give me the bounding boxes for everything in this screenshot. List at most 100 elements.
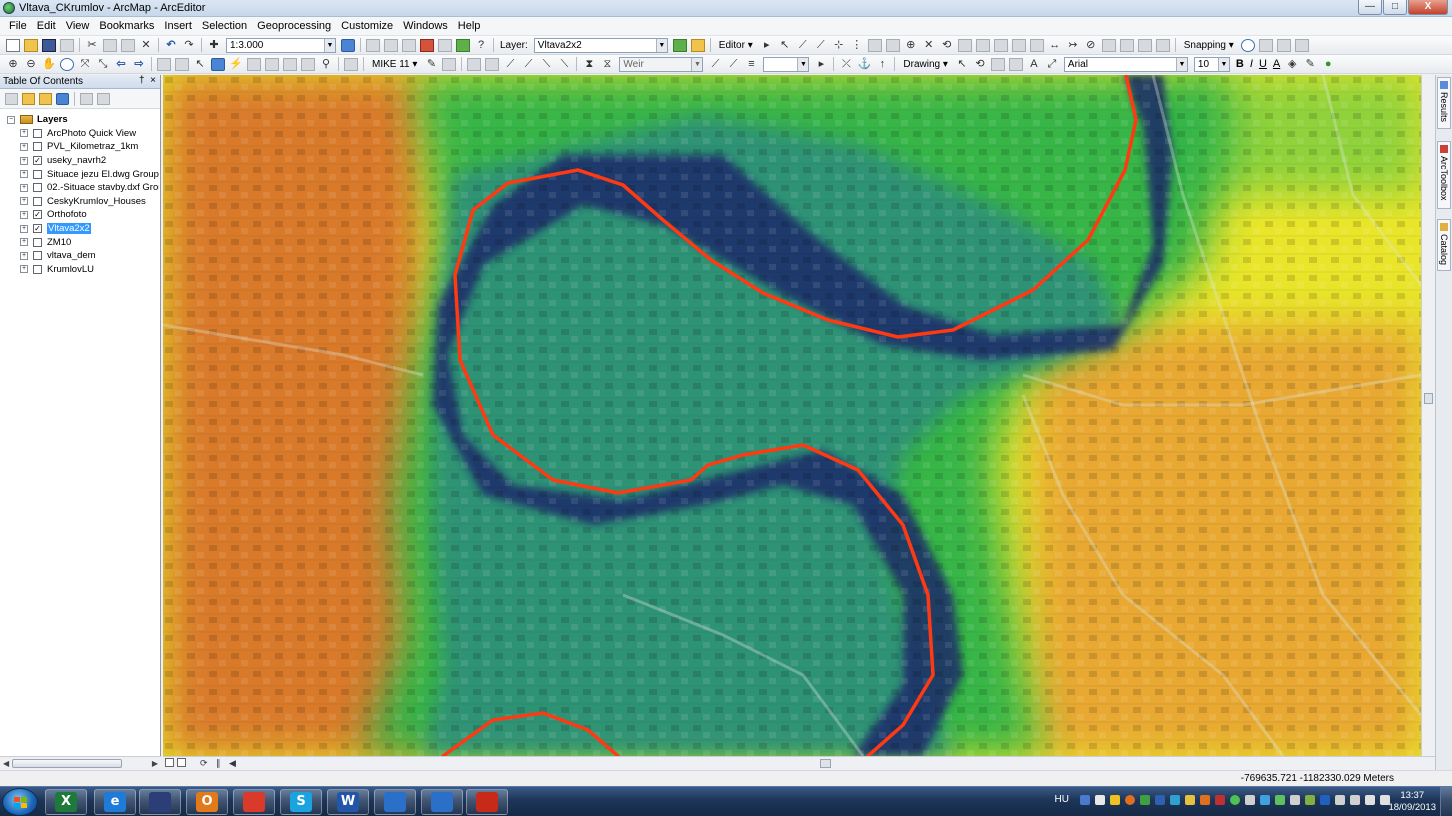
tray-app-icon[interactable]: [1245, 794, 1255, 805]
select-elements-arrow-icon[interactable]: ↖: [193, 58, 207, 71]
flip-icon[interactable]: ⤫: [839, 58, 853, 71]
vertex-snap-icon[interactable]: [1276, 38, 1291, 52]
rectangle-icon[interactable]: [1008, 57, 1023, 71]
rotate-icon[interactable]: ⟲: [940, 39, 954, 52]
tray-app-icon[interactable]: [1275, 794, 1285, 805]
generalize-icon[interactable]: [1119, 38, 1134, 52]
layer-name[interactable]: ArcPhoto Quick View: [47, 128, 136, 139]
zoom-in-icon[interactable]: ⊕: [6, 58, 20, 71]
reshape-icon[interactable]: [885, 38, 900, 52]
redo-icon[interactable]: ↷: [182, 39, 196, 52]
layer-row[interactable]: + PVL_Kilometraz_1km: [0, 140, 160, 154]
list-by-visibility-icon[interactable]: [39, 92, 52, 105]
whats-this-icon[interactable]: ?: [474, 39, 488, 52]
expand-icon[interactable]: +: [20, 265, 28, 274]
tray-app-icon[interactable]: [1170, 794, 1180, 805]
scroll-left-icon[interactable]: ◀: [3, 757, 9, 770]
layer-name[interactable]: 02.-Situace stavby.dxf Grou: [47, 182, 159, 193]
taskbar-app-button[interactable]: [466, 789, 508, 815]
layer-row[interactable]: + KrumlovLU: [0, 263, 160, 277]
measure-icon[interactable]: [265, 57, 279, 71]
taskbar-app-button[interactable]: [233, 789, 275, 815]
tray-app-icon[interactable]: [1095, 794, 1105, 805]
chevron-down-icon[interactable]: ▼: [1217, 57, 1229, 71]
layer-visibility-checkbox[interactable]: [33, 264, 42, 274]
mike-pencil-icon[interactable]: ✎: [424, 58, 438, 71]
action-center-icon[interactable]: [1335, 794, 1345, 805]
layer-name[interactable]: vltava_dem: [47, 250, 96, 261]
toc-options-icon[interactable]: [80, 92, 93, 105]
taskbar-app-button[interactable]: [374, 789, 416, 815]
data-view-icon[interactable]: [165, 758, 174, 767]
parcel-icon[interactable]: ⊘: [1084, 39, 1098, 52]
layer-visibility-checkbox[interactable]: [33, 169, 42, 179]
cut-polygon-icon[interactable]: ⊕: [904, 39, 918, 52]
find-icon[interactable]: [247, 57, 261, 71]
add-data-icon[interactable]: ✚: [207, 39, 221, 52]
create-viewer-window-icon[interactable]: [344, 57, 358, 71]
chevron-down-icon[interactable]: ▼: [655, 38, 667, 52]
text-tool-icon[interactable]: A: [1027, 58, 1041, 71]
arctoolbox-tab[interactable]: ArcToolbox: [1437, 141, 1451, 209]
expand-icon[interactable]: +: [20, 238, 28, 247]
cut-icon[interactable]: ✂: [85, 39, 99, 52]
forward-extent-icon[interactable]: ⇨: [132, 58, 146, 71]
mike-tool-b-icon[interactable]: [485, 57, 500, 71]
tray-app-icon[interactable]: [1290, 794, 1300, 805]
show-desktop-button[interactable]: [1440, 787, 1452, 816]
layout-view-icon[interactable]: [177, 758, 186, 767]
menu-help[interactable]: Help: [453, 20, 486, 32]
menu-selection[interactable]: Selection: [197, 20, 252, 32]
scroll-right-icon[interactable]: ▶: [152, 757, 158, 770]
marker-color-icon[interactable]: ●: [1321, 58, 1335, 71]
play-icon[interactable]: ▸: [814, 58, 828, 71]
trace-icon[interactable]: ⊹: [832, 39, 846, 52]
layer-name[interactable]: useky_navrh2: [47, 155, 106, 166]
full-extent-globe-icon[interactable]: [60, 57, 74, 71]
layer-visibility-checkbox[interactable]: [33, 142, 42, 152]
topology-icon[interactable]: [1011, 38, 1026, 52]
taskbar-app-button[interactable]: e: [94, 789, 136, 815]
tray-app-icon[interactable]: [1080, 794, 1090, 805]
fill-color-icon[interactable]: ◈: [1285, 58, 1299, 71]
expand-icon[interactable]: +: [20, 129, 28, 138]
edit-vertices-icon[interactable]: [867, 38, 882, 52]
tray-app-icon[interactable]: [1110, 794, 1120, 805]
clock[interactable]: 13:37 18/09/2013: [1388, 790, 1436, 814]
language-indicator[interactable]: HU: [1055, 794, 1069, 805]
layer-visibility-checkbox[interactable]: [33, 237, 42, 247]
arctoolbox-icon[interactable]: [420, 38, 434, 52]
cogo-icon[interactable]: ↔: [1048, 39, 1062, 52]
mike-network-icon[interactable]: [442, 57, 457, 71]
scroll-thumb[interactable]: [12, 759, 122, 768]
zoom-to-elements-icon[interactable]: [990, 57, 1005, 71]
expand-icon[interactable]: +: [20, 183, 28, 192]
expand-icon[interactable]: +: [20, 142, 28, 151]
structure-type-combo[interactable]: Weir ▼: [619, 56, 704, 72]
menu-geoprocessing[interactable]: Geoprocessing: [252, 20, 336, 32]
font-size-combo[interactable]: 10 ▼: [1193, 56, 1230, 72]
layer-name[interactable]: Situace jezu El.dwg Group L: [47, 169, 159, 180]
straight-segment-icon[interactable]: ⟋: [796, 39, 810, 52]
tray-app-icon[interactable]: [1140, 794, 1150, 805]
georeferencing-icon[interactable]: [672, 38, 687, 52]
sketch-properties-icon[interactable]: [975, 38, 990, 52]
open-folder-icon[interactable]: [24, 38, 38, 52]
tray-app-icon[interactable]: [1155, 794, 1165, 805]
toc-close-icon[interactable]: ×: [150, 75, 156, 86]
menu-bookmarks[interactable]: Bookmarks: [94, 20, 159, 32]
traverse-icon[interactable]: ↣: [1066, 39, 1080, 52]
editor-toolbar-icon[interactable]: [341, 38, 355, 52]
fixed-zoom-in-icon[interactable]: ⤧: [78, 58, 92, 71]
map-view[interactable]: [163, 75, 1421, 756]
menu-file[interactable]: File: [4, 20, 32, 32]
save-icon[interactable]: [42, 38, 56, 52]
point-icon[interactable]: ⋮: [850, 39, 864, 52]
line-width-combo[interactable]: ▼: [763, 56, 810, 72]
chevron-down-icon[interactable]: ▼: [691, 57, 703, 71]
map-vertical-scrollbar[interactable]: [1421, 75, 1435, 756]
identify-icon[interactable]: [211, 57, 225, 71]
line-style-icon[interactable]: ≡: [744, 58, 758, 71]
layer-row[interactable]: + ZM10: [0, 235, 160, 249]
toc-options-alt-icon[interactable]: [97, 92, 110, 105]
